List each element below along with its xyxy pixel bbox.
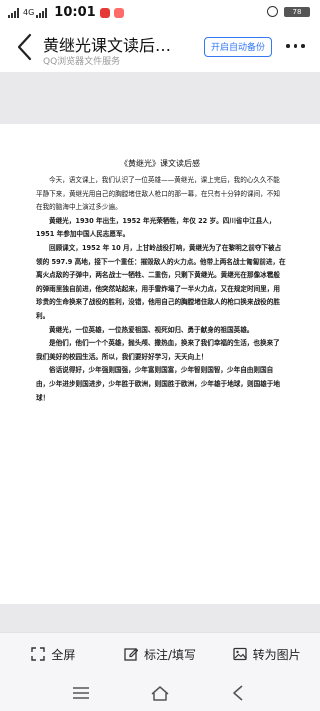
signal-icon <box>8 7 21 18</box>
page-title: 黄继光课文读后… <box>43 36 172 55</box>
paragraph: 俗话说得好，少年强则国强，少年富则国富，少年智则国智，少年自由则国自由，少年进步… <box>36 366 280 402</box>
paragraph: 今天，语文课上，我们认识了一位英雄——黄继光，课上完后，我的心久久不能平静下来，… <box>36 176 280 212</box>
to-image-label: 转为图片 <box>252 647 301 662</box>
home-icon[interactable] <box>149 683 171 703</box>
image-icon <box>233 647 247 661</box>
status-left: 4G 10:01 <box>8 5 124 20</box>
status-bar: 4G 10:01 78 <box>0 0 320 24</box>
status-right: 78 <box>267 6 310 17</box>
expand-icon <box>31 647 46 661</box>
document-page: 《黄继光》课文读后感 今天，语文课上，我们认识了一位英雄——黄继光，课上完后，我… <box>0 124 320 604</box>
paragraph: 回顾课文，1952 年 10 月，上甘岭战役打响，黄继光为了在黎明之前夺下被占领… <box>36 243 286 320</box>
auto-backup-button[interactable]: 开启自动备份 <box>204 37 272 57</box>
alarm-icon <box>267 6 278 17</box>
chevron-left-icon <box>17 33 32 61</box>
more-dots-icon[interactable] <box>286 44 305 48</box>
app-notification-icon <box>99 7 110 18</box>
battery-icon: 78 <box>284 6 310 17</box>
back-button[interactable] <box>14 32 36 62</box>
fullscreen-button[interactable]: 全屏 <box>0 633 107 675</box>
bottom-toolbar: 全屏 标注/填写 转为图片 <box>0 632 320 675</box>
annotate-button[interactable]: 标注/填写 <box>107 633 214 675</box>
edit-icon <box>124 648 138 661</box>
system-nav-bar <box>0 675 320 711</box>
app-notification-icon-2 <box>113 7 124 18</box>
paragraph: 黄继光，一位英雄，一位热爱祖国、视死如归、勇于献身的祖国英雄。 <box>49 325 254 334</box>
page-subtitle: QQ浏览器文件服务 <box>43 57 121 67</box>
back-icon[interactable] <box>228 683 250 703</box>
annotate-label: 标注/填写 <box>143 647 197 662</box>
paragraph: 是他们，他们一个个英雄，抛头颅、撒热血，换来了我们幸福的生活，也换来了我们美好的… <box>36 339 280 361</box>
signal-icon-2 <box>36 7 49 18</box>
to-image-button[interactable]: 转为图片 <box>213 633 320 675</box>
menu-icon[interactable] <box>70 683 92 703</box>
document-title: 《黄继光》课文读后感 <box>120 159 200 168</box>
paragraph: 黄继光，1930 年出生，1952 年光荣牺牲，年仅 22 岁。四川省中江县人，… <box>36 216 276 239</box>
app-header: 黄继光课文读后… QQ浏览器文件服务 开启自动备份 <box>0 24 320 72</box>
fullscreen-label: 全屏 <box>51 647 76 662</box>
clock: 10:01 <box>54 5 96 20</box>
document-body: 今天，语文课上，我们认识了一位英雄——黄继光，课上完后，我的心久久不能平静下来，… <box>36 174 286 405</box>
network-type: 4G <box>23 8 35 17</box>
